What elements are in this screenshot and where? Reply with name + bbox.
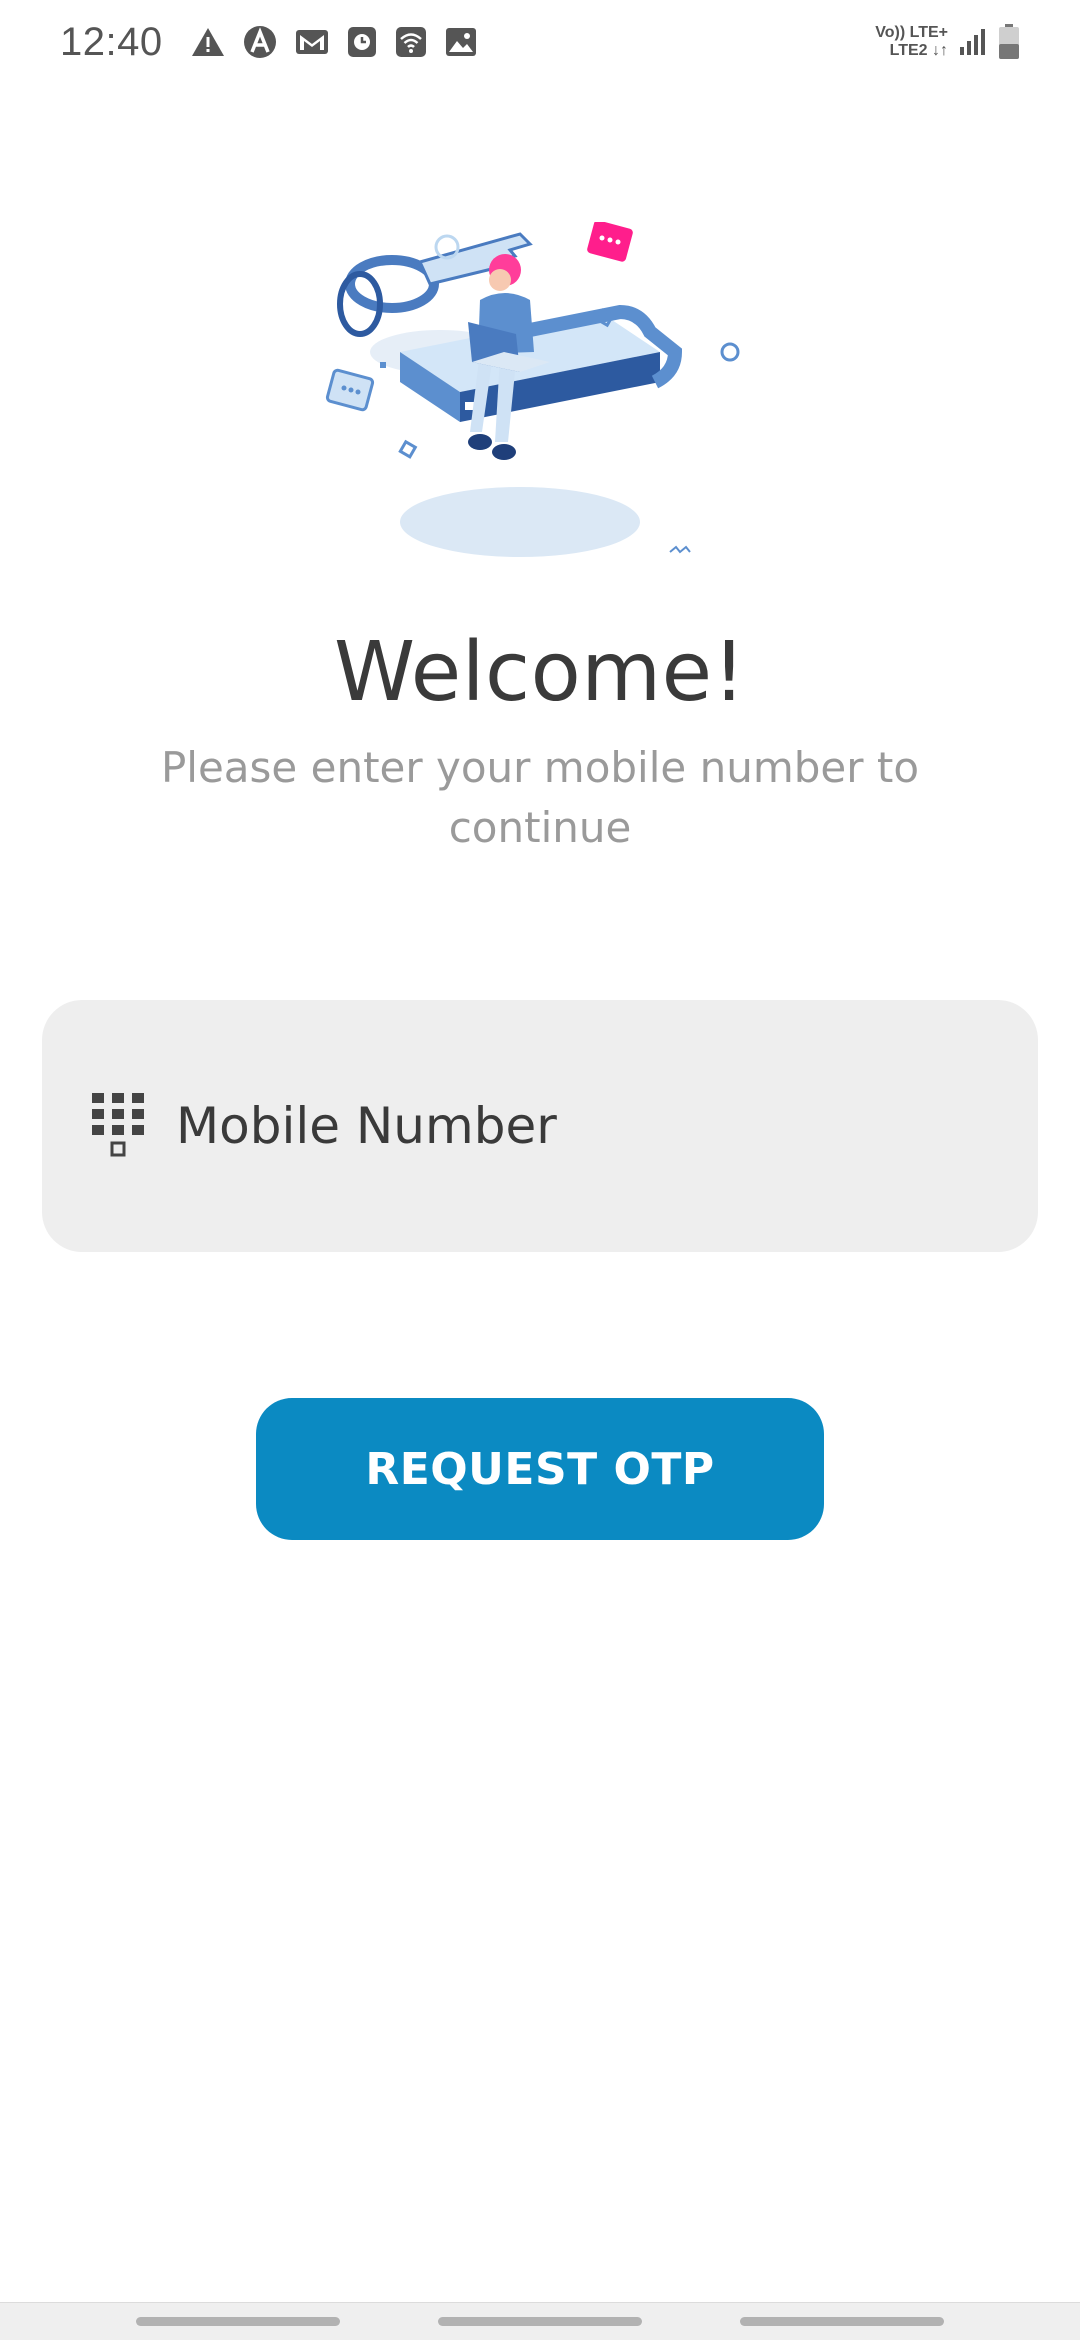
welcome-title: Welcome! [334, 625, 746, 720]
dialpad-icon [92, 1093, 144, 1157]
notification-icons [191, 25, 477, 59]
battery-icon [999, 24, 1019, 59]
nav-back-handle[interactable] [136, 2317, 340, 2326]
welcome-illustration [325, 222, 740, 557]
network-label-2: LTE2 ↓↑ [889, 42, 948, 59]
mobile-number-input[interactable] [176, 1097, 936, 1155]
warning-icon [191, 28, 224, 56]
status-right: Vo)) LTE+ LTE2 ↓↑ [875, 24, 1020, 60]
network-label-1: Vo)) LTE+ [875, 24, 948, 41]
mobile-number-field[interactable] [42, 1000, 1038, 1252]
clock-icon [347, 27, 376, 57]
nav-home-handle[interactable] [438, 2317, 642, 2326]
request-otp-button[interactable]: REQUEST OTP [256, 1398, 824, 1540]
image-icon [445, 28, 476, 56]
wifi-icon [395, 27, 426, 57]
login-screen: 12:40 Vo)) LTE+ LTE2 ↓↑ Welcome! Please … [0, 0, 1080, 2340]
gmail-icon [295, 30, 328, 54]
status-bar: 12:40 Vo)) LTE+ LTE2 ↓↑ [0, 0, 1080, 84]
nav-recents-handle[interactable] [740, 2317, 944, 2326]
status-time: 12:40 [60, 19, 163, 64]
a-circle-icon [243, 26, 276, 58]
network-labels: Vo)) LTE+ LTE2 ↓↑ [875, 24, 948, 60]
signal-icon [960, 29, 985, 55]
navigation-bar [0, 2302, 1080, 2340]
welcome-subtitle: Please enter your mobile number to conti… [160, 743, 920, 852]
